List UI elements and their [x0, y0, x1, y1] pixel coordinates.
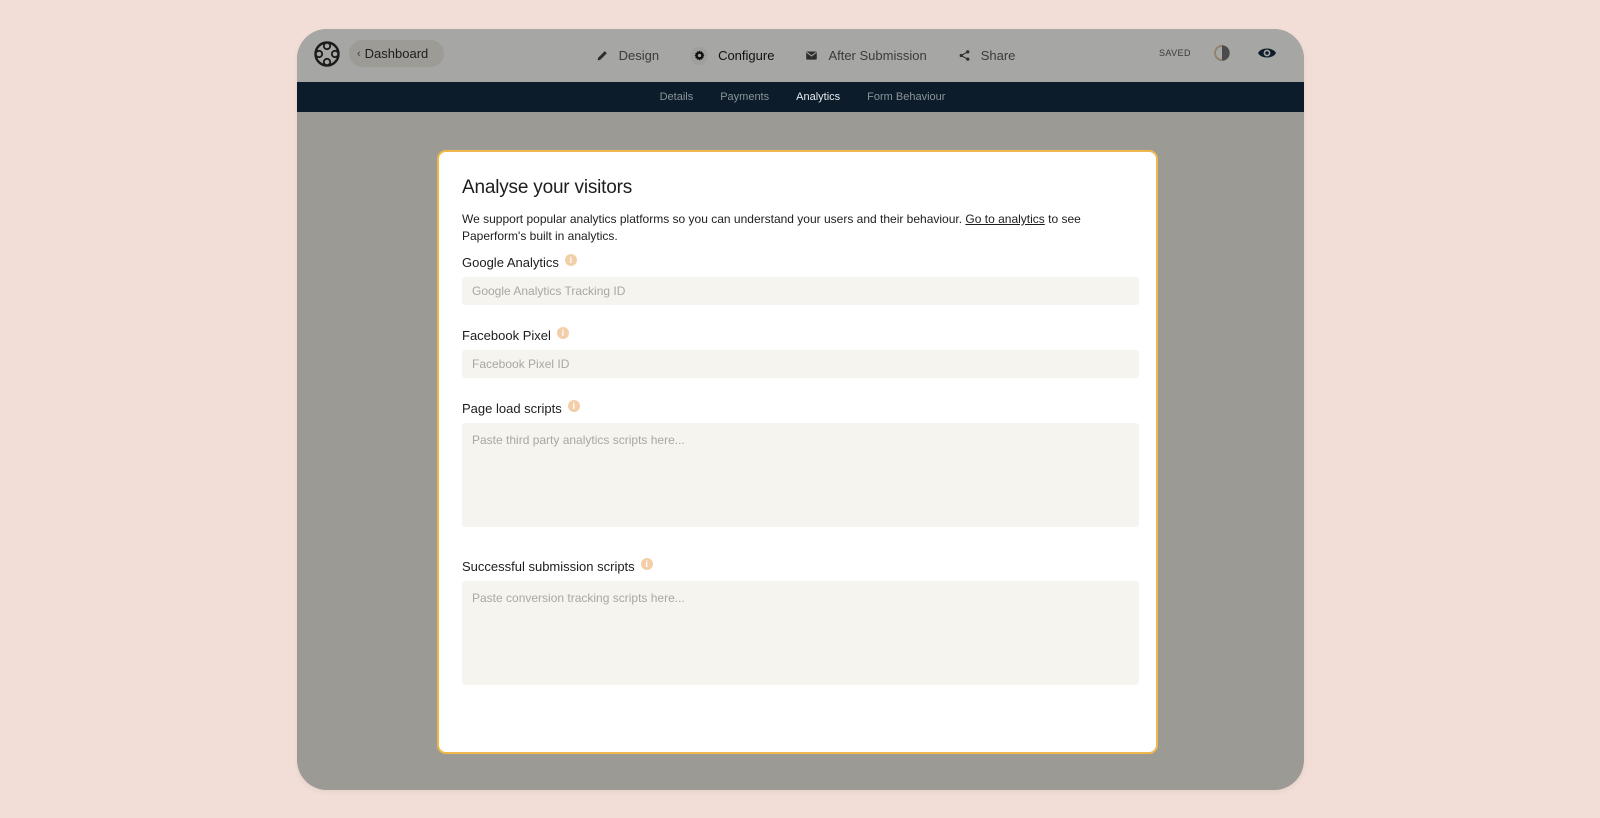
- facebook-pixel-input[interactable]: [462, 350, 1139, 378]
- nav-configure-label: Configure: [718, 48, 775, 63]
- page-load-scripts-label: Page load scripts: [462, 401, 562, 416]
- analytics-card: Analyse your visitors We support popular…: [437, 150, 1158, 754]
- page-load-scripts-field: Page load scripts i: [462, 399, 1139, 532]
- gear-icon: [690, 46, 709, 65]
- nav-share-label: Share: [980, 48, 1016, 63]
- share-icon: [959, 50, 970, 61]
- app-window: ‹ Dashboard Design Configure After Submi…: [297, 29, 1304, 790]
- chevron-left-icon: ‹: [357, 47, 361, 60]
- envelope-icon: [806, 51, 818, 60]
- facebook-pixel-label-row: Facebook Pixel i: [462, 326, 1134, 343]
- dashboard-label: Dashboard: [364, 46, 429, 61]
- google-analytics-input[interactable]: [462, 277, 1139, 305]
- google-analytics-label: Google Analytics: [462, 255, 559, 270]
- subnav-analytics[interactable]: Analytics: [796, 91, 840, 103]
- main-nav: Design Configure After Submission Share: [297, 29, 1304, 82]
- facebook-pixel-field: Facebook Pixel i: [462, 326, 1139, 378]
- eye-icon[interactable]: [1257, 45, 1277, 61]
- saved-status: SAVED: [1159, 48, 1191, 58]
- submission-scripts-label: Successful submission scripts: [462, 559, 635, 574]
- info-icon[interactable]: i: [567, 399, 580, 412]
- description-text-start: We support popular analytics platforms s…: [462, 212, 966, 226]
- pencil-icon: [597, 51, 607, 61]
- info-icon[interactable]: i: [640, 557, 653, 570]
- nav-after-submission-label: After Submission: [828, 48, 927, 63]
- nav-design-label: Design: [618, 48, 660, 63]
- nav-share[interactable]: Share: [958, 47, 1016, 65]
- go-to-analytics-link[interactable]: Go to analytics: [965, 212, 1044, 226]
- facebook-pixel-label: Facebook Pixel: [462, 328, 551, 343]
- theme-toggle-icon[interactable]: [1213, 44, 1231, 62]
- google-analytics-field: Google Analytics i: [462, 253, 1139, 305]
- info-icon[interactable]: i: [564, 253, 577, 266]
- nav-design[interactable]: Design: [596, 47, 659, 65]
- dashboard-button[interactable]: ‹ Dashboard: [349, 40, 445, 67]
- subnav-payments[interactable]: Payments: [720, 91, 769, 103]
- paperform-logo-icon[interactable]: [314, 41, 340, 67]
- google-analytics-label-row: Google Analytics i: [462, 253, 1134, 270]
- card-title: Analyse your visitors: [462, 177, 633, 198]
- submission-scripts-textarea[interactable]: [462, 581, 1139, 685]
- submission-scripts-label-row: Successful submission scripts i: [462, 557, 1134, 574]
- card-description: We support popular analytics platforms s…: [462, 211, 1122, 245]
- top-bar: ‹ Dashboard Design Configure After Submi…: [297, 29, 1304, 82]
- subnav-details[interactable]: Details: [660, 91, 694, 103]
- nav-after-submission[interactable]: After Submission: [805, 47, 927, 65]
- submission-scripts-field: Successful submission scripts i: [462, 557, 1139, 690]
- page-load-scripts-label-row: Page load scripts i: [462, 399, 1134, 416]
- nav-configure[interactable]: Configure: [690, 46, 775, 65]
- info-icon[interactable]: i: [556, 326, 569, 339]
- page-load-scripts-textarea[interactable]: [462, 423, 1139, 527]
- sub-nav: Details Payments Analytics Form Behaviou…: [297, 82, 1304, 112]
- subnav-form-behaviour[interactable]: Form Behaviour: [867, 91, 945, 103]
